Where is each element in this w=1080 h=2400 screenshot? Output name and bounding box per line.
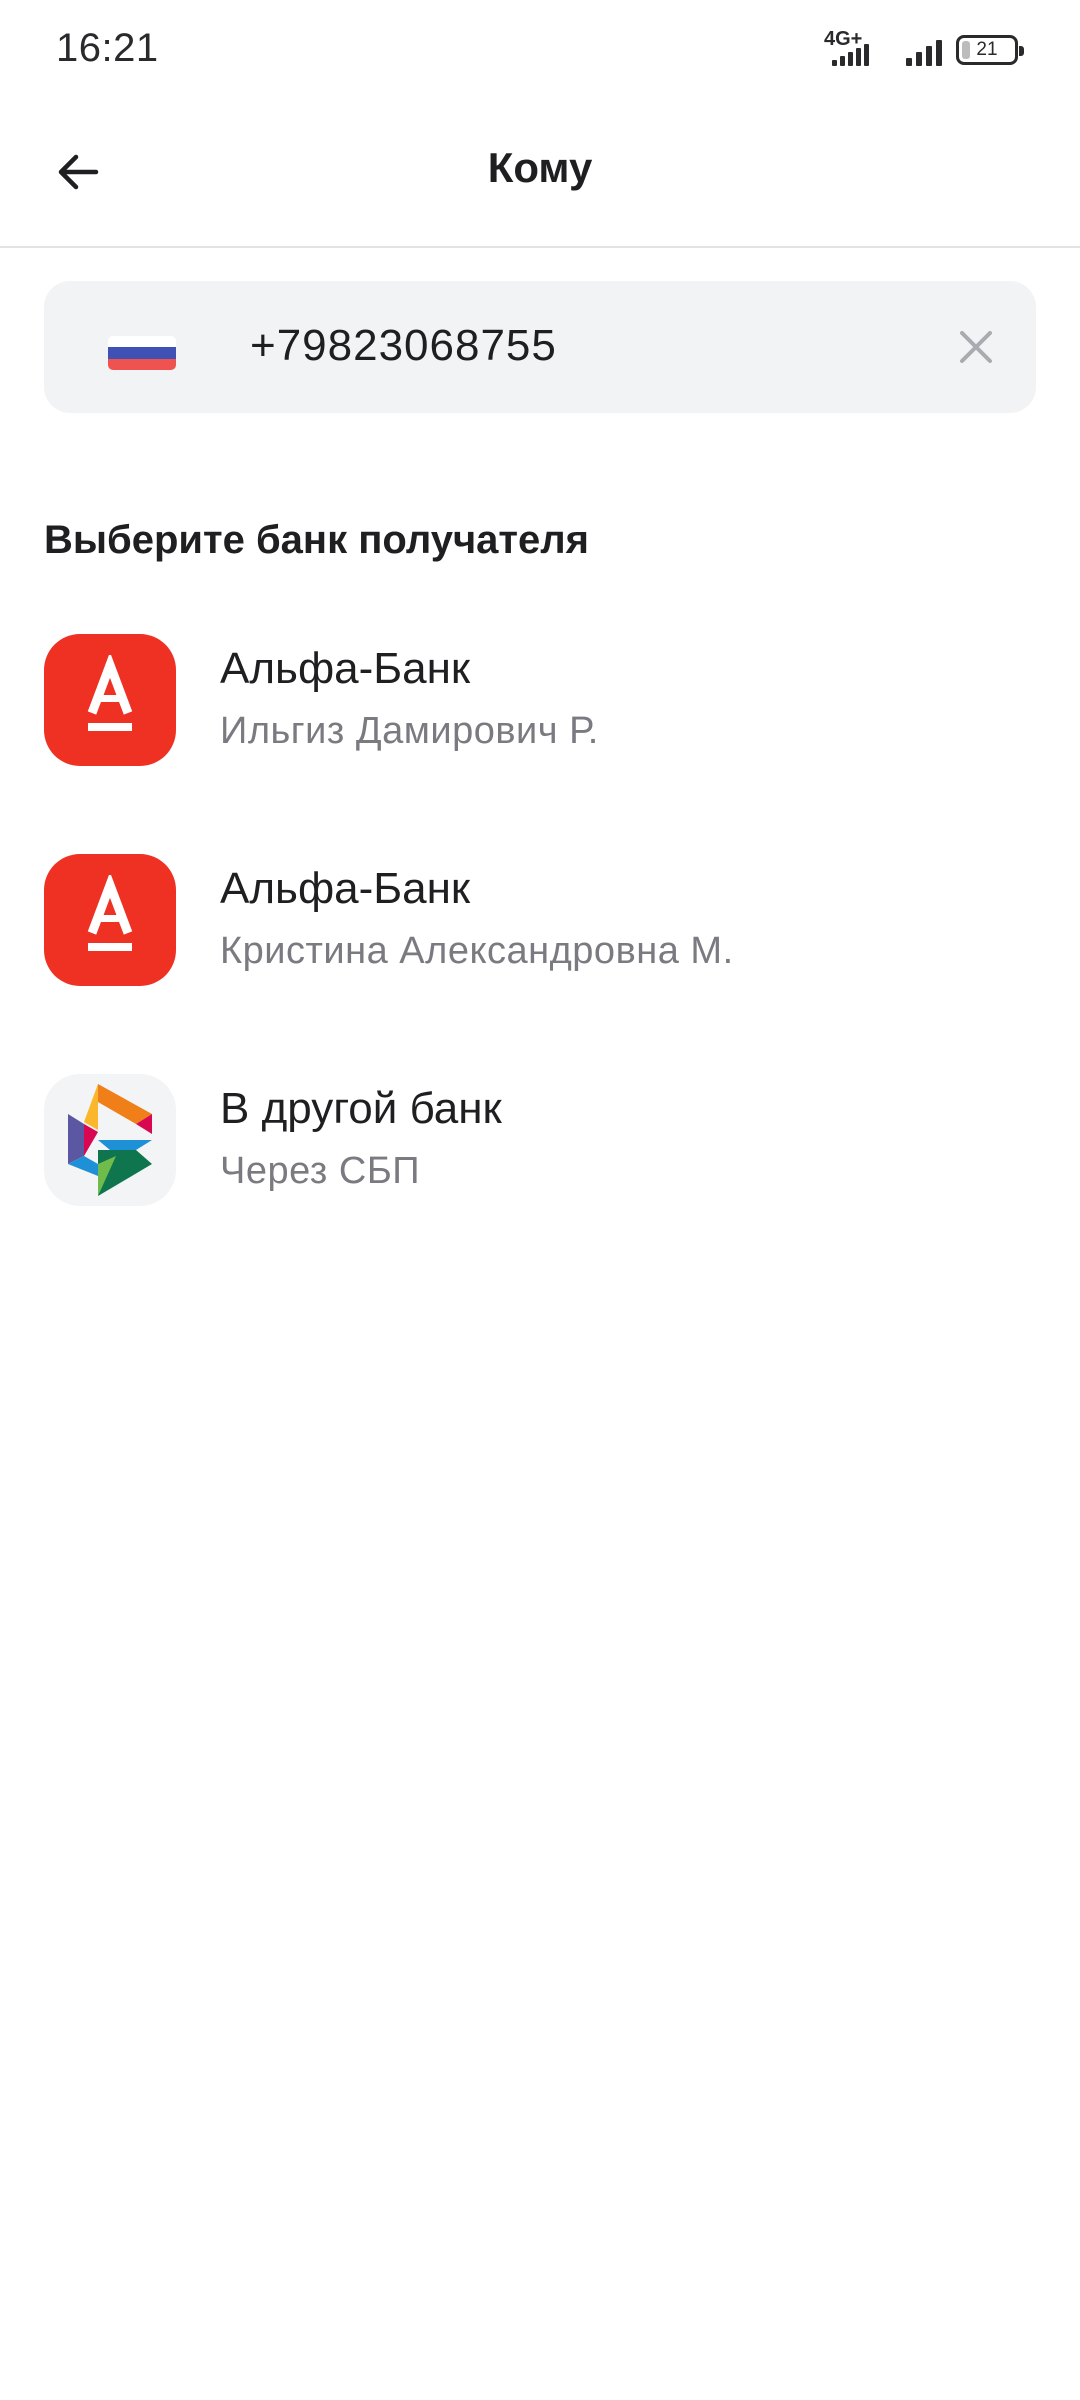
sbp-logo-icon: [44, 1074, 176, 1206]
status-icons: 4G+ 21: [824, 28, 1024, 72]
signal-icon-2: [906, 34, 942, 66]
close-icon: [960, 331, 992, 363]
alfa-bank-logo-icon: [44, 854, 176, 986]
bank-item-other[interactable]: В другой банк Через СБП: [0, 1074, 1080, 1244]
header: Кому: [0, 100, 1080, 248]
clear-button[interactable]: [946, 317, 1006, 377]
phone-input[interactable]: +79823068755: [250, 321, 557, 371]
bank-name: Альфа-Банк: [220, 644, 471, 693]
phone-input-field[interactable]: +79823068755: [44, 281, 1036, 413]
alfa-bank-logo-icon: [44, 634, 176, 766]
transfer-method: Через СБП: [220, 1150, 421, 1192]
network-indicator: 4G+: [824, 28, 892, 70]
signal-icon: [832, 44, 869, 66]
bank-name: Альфа-Банк: [220, 864, 471, 913]
page-title: Кому: [487, 144, 593, 191]
battery-level: 21: [976, 39, 998, 60]
status-time: 16:21: [56, 26, 159, 70]
bank-item-alfa-1[interactable]: Альфа-Банк Ильгиз Дамирович Р.: [0, 634, 1080, 804]
bank-item-alfa-2[interactable]: Альфа-Банк Кристина Александровна М.: [0, 854, 1080, 1024]
bank-name: В другой банк: [220, 1084, 502, 1133]
section-title: Выберите банк получателя: [44, 518, 589, 562]
russia-flag-icon[interactable]: [108, 336, 176, 370]
status-bar: 16:21 4G+ 21: [0, 0, 1080, 100]
recipient-name: Кристина Александровна М.: [220, 930, 734, 972]
battery-icon: 21: [956, 35, 1024, 65]
recipient-name: Ильгиз Дамирович Р.: [220, 710, 599, 752]
